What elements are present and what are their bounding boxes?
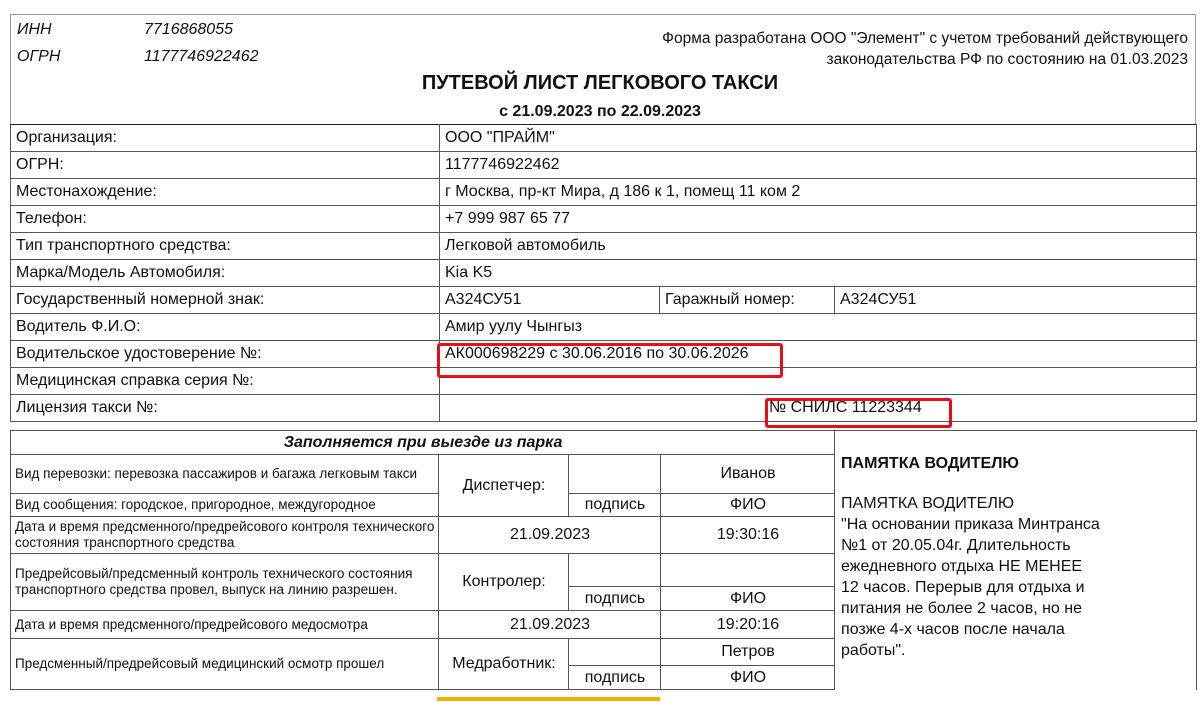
table-row: Телефон: +7 999 987 65 77 — [10, 205, 1198, 233]
org-value: ООО "ПРАЙМ" — [438, 124, 1198, 152]
table-row: Местонахождение: г Москва, пр-кт Мира, д… — [10, 178, 1198, 206]
org-label: Организация: — [10, 124, 440, 152]
table-row: Марка/Модель Автомобиля: Kia K5 — [10, 259, 1198, 287]
table-row: Лицензия такси №: № СНИЛС 11223344 — [10, 394, 1198, 422]
tech-control-time: 19:30:16 — [659, 516, 836, 554]
table-row: Заполняется при выезде из парка ПАМЯТКА … — [9, 430, 1198, 690]
departure-table: Заполняется при выезде из парка ПАМЯТКА … — [9, 430, 1198, 690]
ogrn-header-label: ОГРН — [17, 48, 61, 65]
controller-sign-label: подпись — [568, 586, 661, 611]
memo-text: ПАМЯТКА ВОДИТЕЛЮ "На основании приказа М… — [841, 495, 1100, 659]
taxi-license-label: Лицензия такси №: — [10, 394, 440, 422]
tech-done-label: Предрейсовый/предсменный контроль технич… — [10, 553, 439, 611]
transport-kind-label: Вид перевозки: перевозка пассажиров и ба… — [10, 454, 439, 494]
controller-name-cell — [659, 553, 836, 587]
dispatcher-fio-label: ФИО — [659, 493, 836, 517]
inn-value: 7716868055 — [144, 21, 233, 38]
controller-fio-label: ФИО — [659, 586, 836, 611]
ogrn-label: ОГРН: — [10, 151, 440, 179]
med-check-time: 19:20:16 — [659, 610, 836, 639]
medical-cert-label: Медицинская справка серия №: — [10, 367, 440, 395]
controller-sign-cell — [568, 553, 661, 587]
med-done-label: Предсменный/предрейсовый медицинский осм… — [10, 638, 439, 690]
driver-value: Амир уулу Чынгыз — [438, 313, 1198, 341]
frame-top-border — [10, 14, 1195, 15]
medworker-fio-label: ФИО — [659, 665, 836, 690]
phone-value: +7 999 987 65 77 — [438, 205, 1198, 233]
address-value: г Москва, пр-кт Мира, д 186 к 1, помещ 1… — [438, 178, 1198, 206]
vehicle-type-value: Легковой автомобиль — [438, 232, 1198, 260]
snils-highlight-box — [765, 398, 952, 428]
dispatcher-sign-cell — [568, 454, 661, 494]
med-check-label: Дата и время предсменного/предрейсового … — [10, 610, 439, 639]
message-kind-label: Вид сообщения: городское, пригородное, м… — [10, 493, 439, 517]
table-row: Государственный номерной знак: А324СУ51 … — [10, 286, 1198, 314]
medworker-sign-label: подпись — [568, 665, 661, 690]
dispatcher-label: Диспетчер: — [438, 454, 569, 517]
memo-title: ПАМЯТКА ВОДИТЕЛЮ — [841, 455, 1019, 472]
table-row: Водитель Ф.И.О: Амир уулу Чынгыз — [10, 313, 1198, 341]
garage-value: А324СУ51 — [833, 286, 1198, 314]
tech-control-date: 21.09.2023 — [438, 516, 661, 554]
form-note-line1: Форма разработана ООО "Элемент" с учетом… — [662, 30, 1188, 47]
document-period: с 21.09.2023 по 22.09.2023 — [499, 103, 701, 120]
phone-label: Телефон: — [10, 205, 440, 233]
model-label: Марка/Модель Автомобиля: — [10, 259, 440, 287]
license-highlight-box — [437, 343, 783, 378]
section-title: Заполняется при выезде из парка — [9, 430, 836, 455]
model-value: Kia K5 — [438, 259, 1198, 287]
tech-control-label: Дата и время предсменного/предрейсового … — [10, 516, 439, 554]
dispatcher-name: Иванов — [659, 454, 836, 494]
table-row: ОГРН: 1177746922462 — [10, 151, 1198, 179]
table-row: Организация: ООО "ПРАЙМ" — [10, 124, 1198, 152]
ogrn-value: 1177746922462 — [438, 151, 1198, 179]
medworker-underline — [437, 697, 660, 701]
medworker-name: Петров — [659, 638, 836, 666]
driver-label: Водитель Ф.И.О: — [10, 313, 440, 341]
medworker-sign-cell — [568, 638, 661, 666]
plate-value: А324СУ51 — [439, 286, 660, 314]
controller-label: Контролер: — [438, 553, 569, 611]
form-note: Форма разработана ООО "Элемент" с учетом… — [662, 28, 1188, 70]
waybill-document: ИНН 7716868055 ОГРН 1177746922462 Форма … — [0, 0, 1200, 702]
license-label: Водительское удостоверение №: — [10, 340, 440, 368]
plate-label: Государственный номерной знак: — [10, 286, 440, 314]
ogrn-header-value: 1177746922462 — [144, 48, 259, 65]
address-label: Местонахождение: — [10, 178, 440, 206]
vehicle-type-label: Тип транспортного средства: — [10, 232, 440, 260]
inn-label: ИНН — [17, 21, 52, 38]
dispatcher-sign-label: подпись — [568, 493, 661, 517]
document-title: ПУТЕВОЙ ЛИСТ ЛЕГКОВОГО ТАКСИ — [421, 72, 779, 94]
med-check-date: 21.09.2023 — [438, 610, 661, 639]
garage-label: Гаражный номер: — [659, 286, 835, 314]
table-row: Тип транспортного средства: Легковой авт… — [10, 232, 1198, 260]
driver-memo: ПАМЯТКА ВОДИТЕЛЮ ПАМЯТКА ВОДИТЕЛЮ "На ос… — [834, 430, 1198, 690]
medworker-label: Медработник: — [438, 638, 569, 690]
form-note-line2: законодательства РФ по состоянию на 01.0… — [826, 51, 1188, 68]
